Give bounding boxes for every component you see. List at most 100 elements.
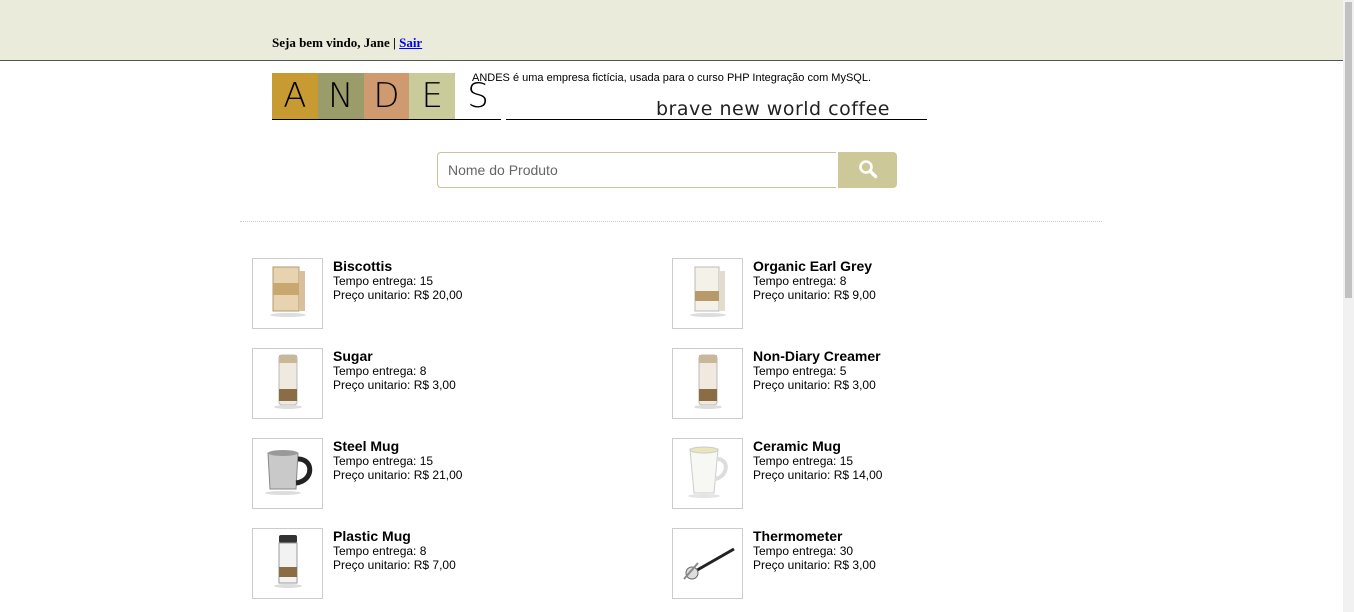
delivery-time: Tempo entrega: 15 <box>333 274 462 288</box>
product-item[interactable]: Biscottis Tempo entrega: 15 Preço unitario… <box>252 258 652 330</box>
delivery-time: Tempo entrega: 15 <box>753 454 882 468</box>
price-value: 20,00 <box>432 288 463 302</box>
delivery-value: 8 <box>839 274 847 288</box>
unit-price: Preço unitario: R$ 9,00 <box>753 288 876 302</box>
price-value: 9,00 <box>852 288 876 302</box>
product-item[interactable]: Thermometer Tempo entrega: 30 Preço unitar… <box>672 528 1072 600</box>
product-name[interactable]: Biscottis <box>333 258 462 274</box>
product-item[interactable]: Organic Earl Grey Tempo entrega: 8 Preço u… <box>672 258 1072 330</box>
travel-mug-icon <box>263 531 313 596</box>
price-label: Preço unitario: R$ <box>333 468 433 482</box>
delivery-value: 5 <box>839 364 847 378</box>
logo-letter-tile: D <box>363 73 410 119</box>
product-info: Plastic Mug Tempo entrega: 8 Preço unitari… <box>333 528 456 572</box>
product-item[interactable]: Steel Mug Tempo entrega: 15 Preço unitario… <box>252 438 652 510</box>
delivery-value: 8 <box>419 364 427 378</box>
delivery-label: Tempo entrega: <box>333 544 420 558</box>
search-input[interactable] <box>437 152 836 188</box>
logo-letter-tile: A <box>272 73 318 119</box>
product-info: Steel Mug Tempo entrega: 15 Preço unitario… <box>333 438 462 482</box>
product-info: Biscottis Tempo entrega: 15 Preço unitario… <box>333 258 462 302</box>
delivery-value: 15 <box>419 454 434 468</box>
product-image[interactable] <box>252 348 323 419</box>
search-icon <box>858 159 877 178</box>
unit-price: Preço unitario: R$ 21,00 <box>333 468 462 482</box>
tagline-area: brave new world coffee <box>506 96 927 120</box>
product-item[interactable]: Plastic Mug Tempo entrega: 8 Preço unitari… <box>252 528 652 600</box>
product-info: Organic Earl Grey Tempo entrega: 8 Preço u… <box>753 258 876 302</box>
unit-price: Preço unitario: R$ 20,00 <box>333 288 462 302</box>
delivery-time: Tempo entrega: 5 <box>753 364 881 378</box>
logo-letter-tile: E <box>409 73 456 119</box>
steel-mug-icon <box>258 443 318 504</box>
unit-price: Preço unitario: R$ 3,00 <box>753 378 881 392</box>
price-label: Preço unitario: R$ <box>753 558 853 572</box>
logout-link[interactable]: Sair <box>399 35 422 50</box>
delivery-label: Tempo entrega: <box>333 274 420 288</box>
product-image[interactable] <box>252 528 323 599</box>
product-item[interactable]: Non-Diary Creamer Tempo entrega: 5 Preço u… <box>672 348 1072 420</box>
delivery-label: Tempo entrega: <box>753 364 840 378</box>
tagline: brave new world coffee <box>656 98 890 120</box>
ceramic-mug-icon <box>678 441 738 506</box>
product-name[interactable]: Non-Diary Creamer <box>753 348 881 364</box>
unit-price: Preço unitario: R$ 3,00 <box>753 558 876 572</box>
andes-logo: ANDES <box>272 73 501 120</box>
delivery-value: 15 <box>419 274 434 288</box>
delivery-label: Tempo entrega: <box>753 544 840 558</box>
product-name[interactable]: Organic Earl Grey <box>753 258 876 274</box>
product-image[interactable] <box>672 528 743 599</box>
delivery-value: 15 <box>839 454 854 468</box>
search-form <box>437 152 897 188</box>
delivery-time: Tempo entrega: 8 <box>333 364 456 378</box>
unit-price: Preço unitario: R$ 14,00 <box>753 468 882 482</box>
delivery-label: Tempo entrega: <box>753 274 840 288</box>
welcome-text: Seja bem vindo, Jane | <box>272 35 400 50</box>
search-button[interactable] <box>838 152 897 188</box>
canister-icon <box>263 351 313 416</box>
top-bar: Seja bem vindo, Jane | Sair <box>0 0 1343 61</box>
price-value: 3,00 <box>852 378 876 392</box>
company-description: ANDES é uma empresa fictícia, usada para… <box>472 72 872 84</box>
product-name[interactable]: Steel Mug <box>333 438 462 454</box>
product-image[interactable] <box>672 258 743 329</box>
delivery-label: Tempo entrega: <box>333 364 420 378</box>
price-label: Preço unitario: R$ <box>753 468 853 482</box>
delivery-label: Tempo entrega: <box>753 454 840 468</box>
product-image[interactable] <box>252 258 323 329</box>
product-name[interactable]: Sugar <box>333 348 456 364</box>
product-name[interactable]: Plastic Mug <box>333 528 456 544</box>
delivery-label: Tempo entrega: <box>333 454 420 468</box>
delivery-time: Tempo entrega: 30 <box>753 544 876 558</box>
delivery-value: 30 <box>839 544 854 558</box>
product-image[interactable] <box>672 438 743 509</box>
product-image[interactable] <box>252 438 323 509</box>
product-info: Thermometer Tempo entrega: 30 Preço unitar… <box>753 528 876 572</box>
product-image[interactable] <box>672 348 743 419</box>
product-item[interactable]: Sugar Tempo entrega: 8 Preço unitario: R$ … <box>252 348 652 420</box>
canister-icon <box>683 351 733 416</box>
thermometer-icon <box>678 533 738 594</box>
price-label: Preço unitario: R$ <box>333 288 433 302</box>
price-value: 14,00 <box>852 468 883 482</box>
product-name[interactable]: Thermometer <box>753 528 876 544</box>
price-label: Preço unitario: R$ <box>753 288 853 302</box>
product-item[interactable]: Ceramic Mug Tempo entrega: 15 Preço unitar… <box>672 438 1072 510</box>
delivery-time: Tempo entrega: 8 <box>333 544 456 558</box>
price-value: 7,00 <box>432 558 456 572</box>
unit-price: Preço unitario: R$ 3,00 <box>333 378 456 392</box>
tea-box-icon <box>683 263 733 324</box>
logo-letter-tile: N <box>317 73 364 119</box>
product-info: Ceramic Mug Tempo entrega: 15 Preço unitar… <box>753 438 882 482</box>
price-value: 21,00 <box>432 468 463 482</box>
price-value: 3,00 <box>852 558 876 572</box>
welcome-message: Seja bem vindo, Jane | Sair <box>272 35 422 51</box>
scrollbar[interactable] <box>1343 0 1354 612</box>
divider <box>240 221 1102 222</box>
product-name[interactable]: Ceramic Mug <box>753 438 882 454</box>
price-label: Preço unitario: R$ <box>333 558 433 572</box>
scrollbar-thumb[interactable] <box>1345 2 1352 298</box>
unit-price: Preço unitario: R$ 7,00 <box>333 558 456 572</box>
price-label: Preço unitario: R$ <box>333 378 433 392</box>
price-label: Preço unitario: R$ <box>753 378 853 392</box>
